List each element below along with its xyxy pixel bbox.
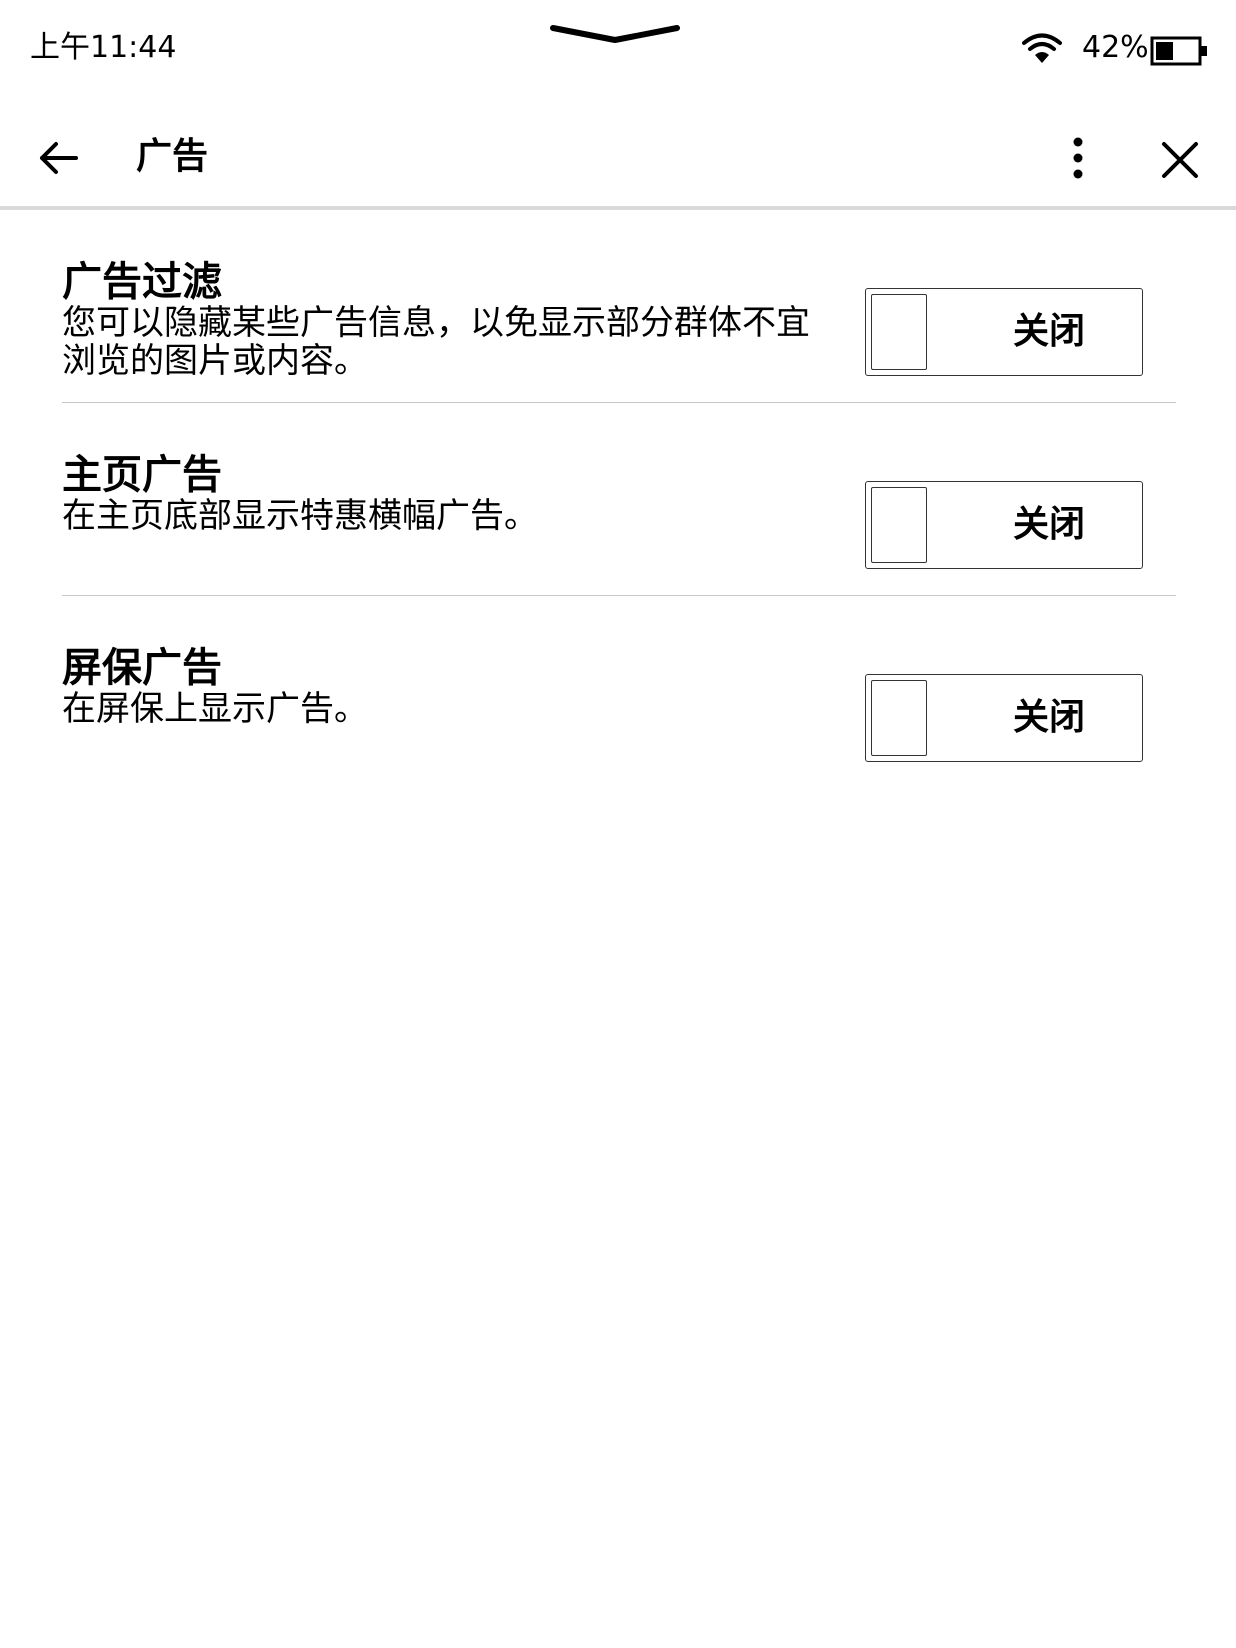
page-title: 广告 <box>136 136 209 177</box>
arrow-left-icon[interactable] <box>36 136 80 180</box>
settings-list: 广告过滤 您可以隐藏某些广告信息，以免显示部分群体不宜浏览的图片或内容。 关闭 … <box>62 210 1176 789</box>
toggle-knob <box>871 680 927 756</box>
status-bar: 上午11:44 42% <box>0 0 1236 100</box>
battery-percent: 42% <box>1082 30 1149 65</box>
setting-row-screensaver-ads: 屏保广告 在屏保上显示广告。 关闭 <box>62 596 1176 789</box>
ad-filter-toggle[interactable]: 关闭 <box>865 288 1143 376</box>
toggle-knob <box>871 487 927 563</box>
home-ads-toggle[interactable]: 关闭 <box>865 481 1143 569</box>
wifi-icon <box>1022 33 1062 63</box>
status-time: 上午11:44 <box>30 30 177 65</box>
setting-row-ad-filter: 广告过滤 您可以隐藏某些广告信息，以免显示部分群体不宜浏览的图片或内容。 关闭 <box>62 210 1176 403</box>
setting-row-home-ads: 主页广告 在主页底部显示特惠横幅广告。 关闭 <box>62 403 1176 596</box>
toggle-knob <box>871 294 927 370</box>
toggle-label: 关闭 <box>1012 697 1085 738</box>
toggle-label: 关闭 <box>1012 311 1085 352</box>
setting-title: 主页广告 <box>62 452 222 498</box>
close-icon[interactable] <box>1160 140 1200 180</box>
pull-down-handle-icon[interactable] <box>550 20 680 50</box>
setting-description: 您可以隐藏某些广告信息，以免显示部分群体不宜浏览的图片或内容。 <box>62 303 810 381</box>
battery-icon <box>1150 36 1207 66</box>
setting-description: 在屏保上显示广告。 <box>62 689 368 729</box>
screensaver-ads-toggle[interactable]: 关闭 <box>865 674 1143 762</box>
setting-description: 在主页底部显示特惠横幅广告。 <box>62 496 538 536</box>
setting-title: 屏保广告 <box>62 645 222 691</box>
header-bar: 广告 <box>0 100 1236 210</box>
more-vertical-icon[interactable] <box>1062 134 1094 182</box>
setting-title: 广告过滤 <box>62 259 222 305</box>
toggle-label: 关闭 <box>1012 504 1085 545</box>
